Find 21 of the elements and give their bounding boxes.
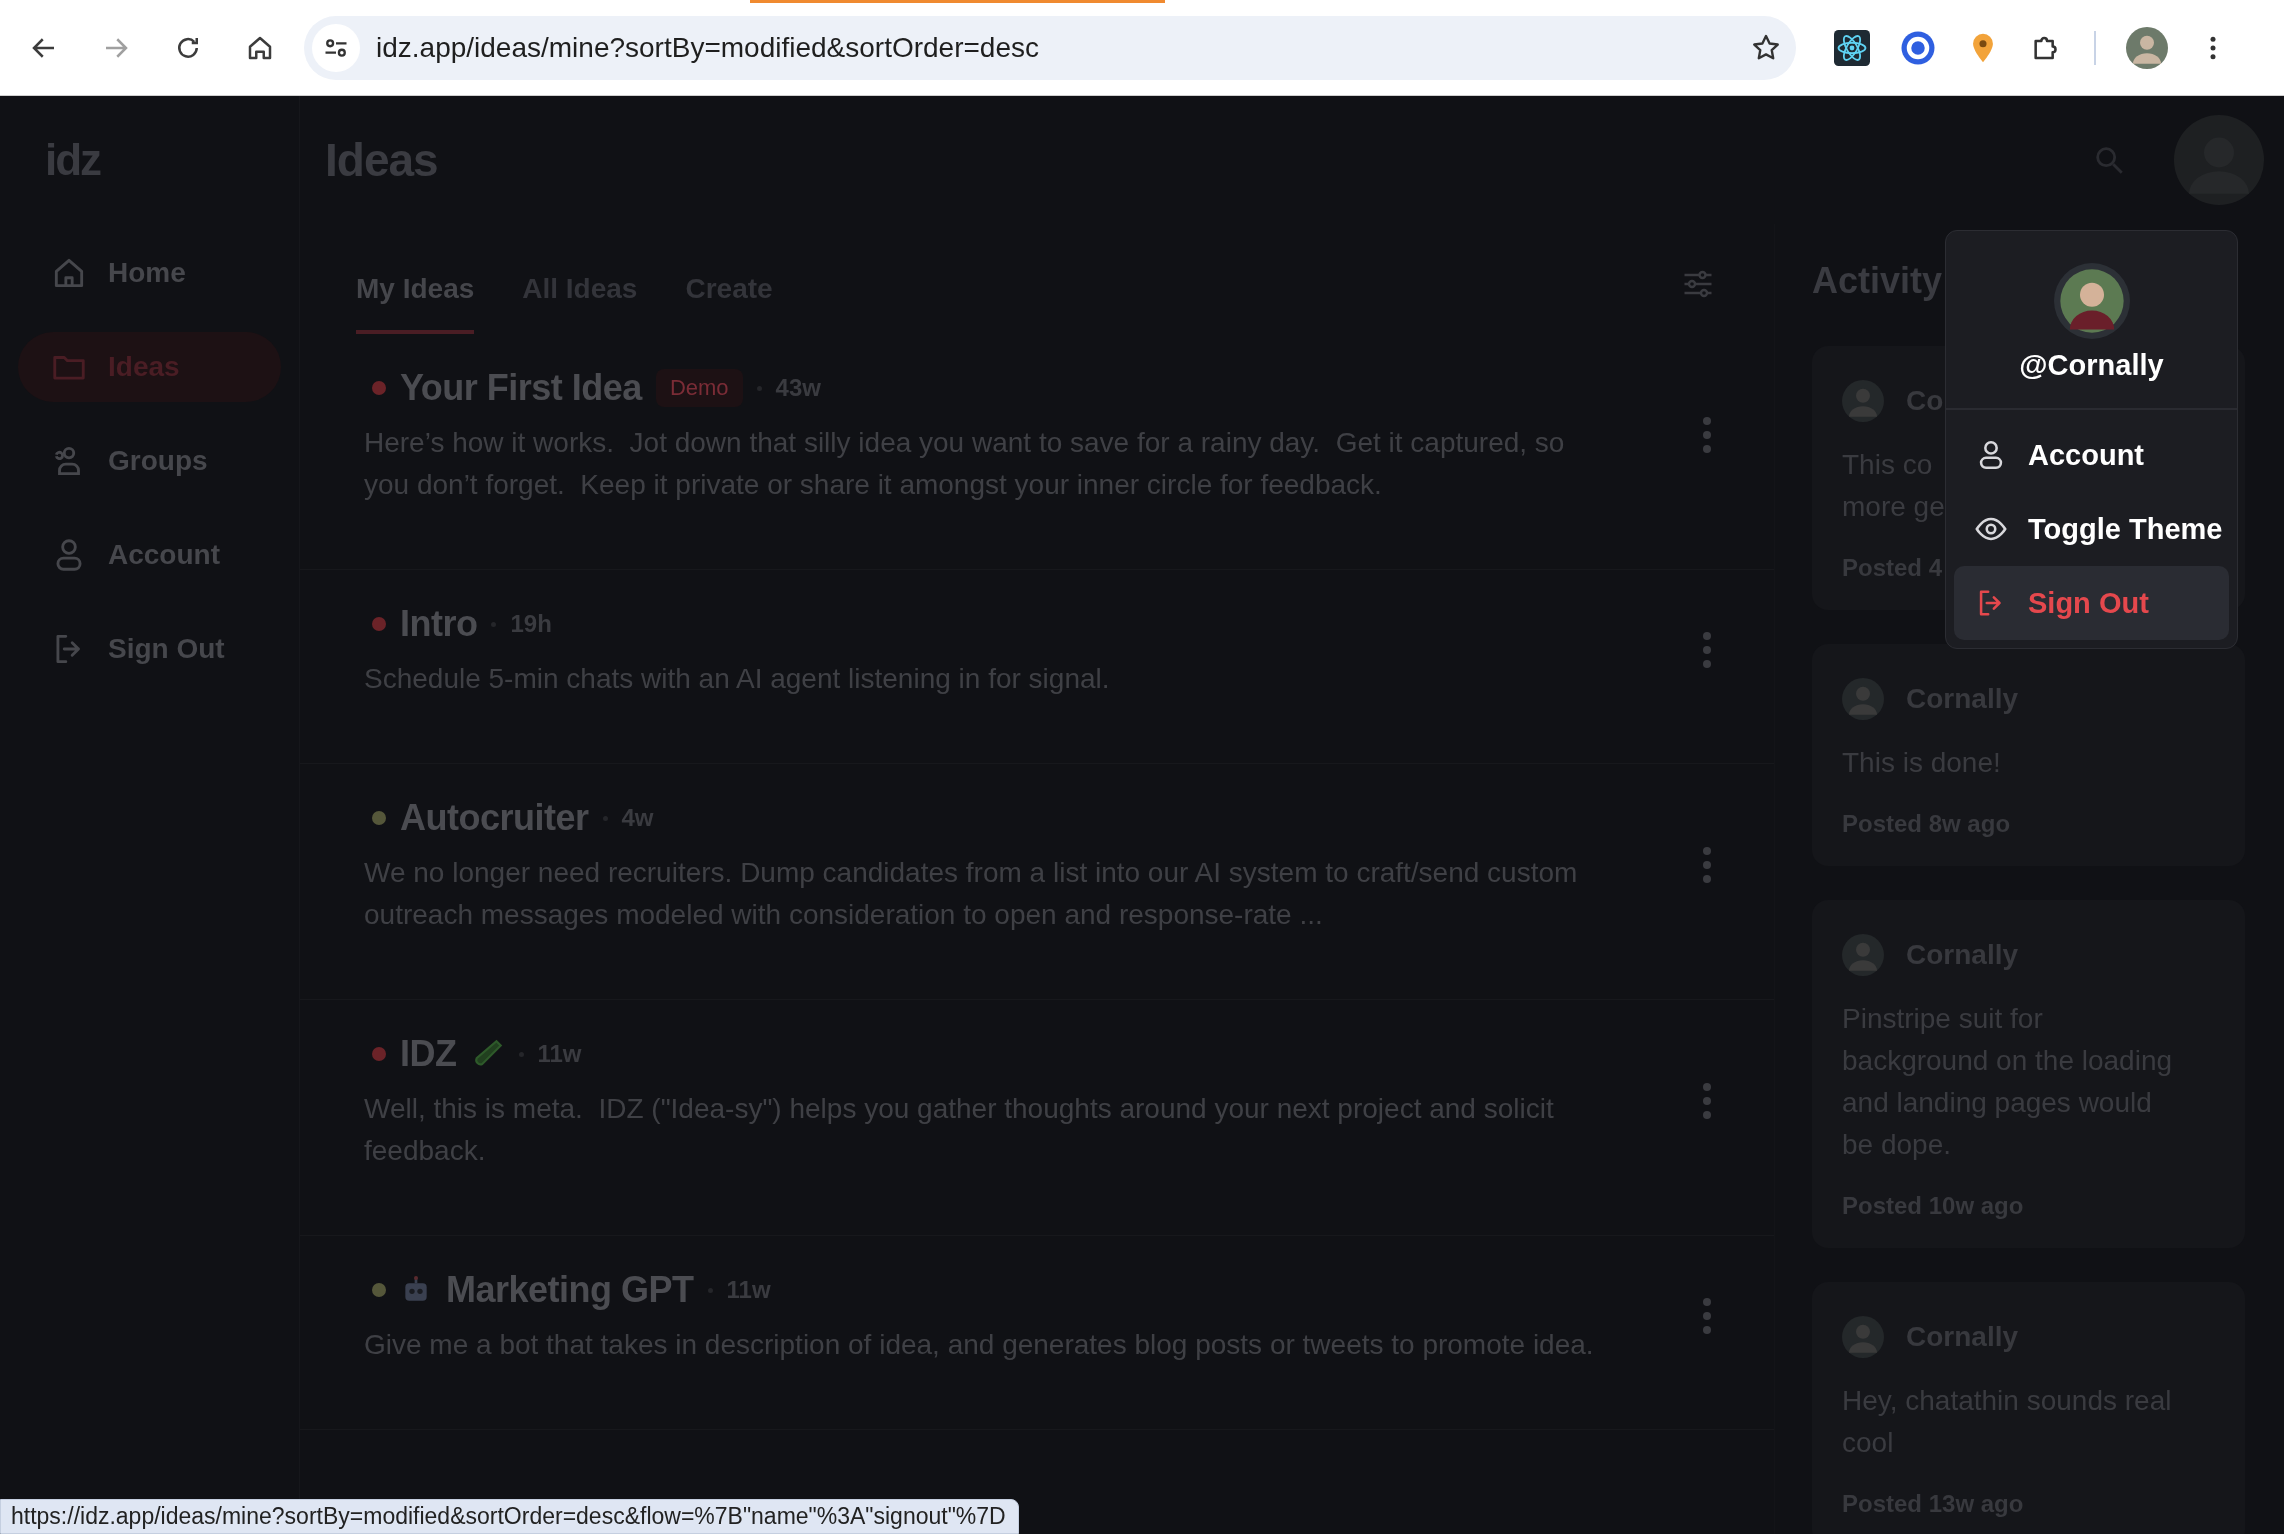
menu-item[interactable]: Sign Out bbox=[1954, 566, 2229, 640]
avatar bbox=[1842, 380, 1884, 422]
status-url: https://idz.app/ideas/mine?sortBy=modified&sortOrder=desc&flow=%7B"name"%3A"signout"%7D bbox=[11, 1503, 1006, 1529]
url-text: idz.app/ideas/mine?sortBy=modified&sortOrder=desc bbox=[376, 32, 1040, 64]
idea-title[interactable]: Intro bbox=[400, 603, 478, 645]
avatar bbox=[1842, 1316, 1884, 1358]
site-settings-icon[interactable] bbox=[312, 24, 360, 72]
idea-title[interactable]: IDZ bbox=[400, 1033, 457, 1075]
ring-icon[interactable] bbox=[1900, 30, 1936, 66]
menu-item[interactable]: Account bbox=[1954, 418, 2229, 492]
atom-icon[interactable] bbox=[1834, 30, 1870, 66]
idea-title[interactable]: Your First Idea bbox=[400, 367, 642, 409]
idea-title[interactable]: Marketing GPT bbox=[446, 1269, 694, 1311]
menu-item[interactable]: Toggle Theme bbox=[1954, 492, 2229, 566]
profile-avatar[interactable] bbox=[2126, 27, 2168, 69]
idea-title[interactable]: Autocruiter bbox=[400, 797, 589, 839]
address-bar[interactable]: idz.app/ideas/mine?sortBy=modified&sortOrder=desc bbox=[304, 16, 1796, 80]
demo-badge: Demo bbox=[655, 369, 743, 407]
avatar bbox=[1842, 678, 1884, 720]
username: @Cornally bbox=[2019, 349, 2164, 382]
avatar bbox=[1842, 934, 1884, 976]
